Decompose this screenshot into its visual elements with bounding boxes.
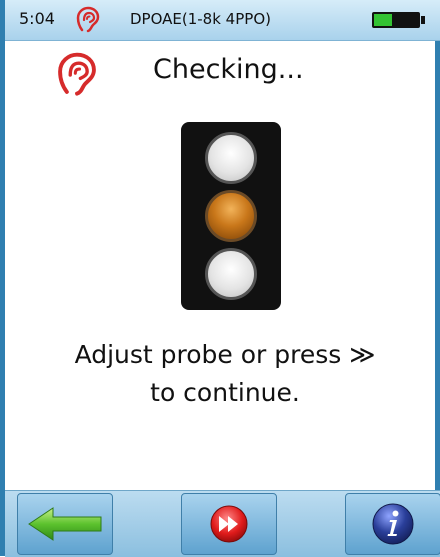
app-frame: 5:04 DPOAE(1-8k 4PPO) Checking... Adjust… (0, 0, 440, 557)
battery-level (374, 14, 392, 26)
back-button[interactable] (17, 493, 113, 555)
traffic-lamp-top (205, 132, 257, 184)
traffic-lamp-bottom (205, 248, 257, 300)
test-mode-label: DPOAE(1-8k 4PPO) (130, 10, 271, 28)
instruction-line-2: to continue. (150, 378, 300, 407)
info-button[interactable] (345, 493, 440, 555)
traffic-light-indicator (181, 122, 281, 310)
info-icon (372, 503, 414, 545)
bottom-toolbar (5, 490, 440, 557)
back-arrow-icon (28, 507, 102, 541)
ear-icon (55, 50, 99, 100)
traffic-lamp-middle-active (205, 190, 257, 242)
fast-forward-icon (210, 505, 248, 543)
status-time: 5:04 (19, 9, 55, 28)
status-bar: 5:04 DPOAE(1-8k 4PPO) (5, 0, 440, 41)
battery-icon (372, 12, 425, 28)
page-title: Checking... (153, 54, 304, 85)
fast-forward-button[interactable] (181, 493, 277, 555)
ear-icon (75, 6, 101, 34)
instruction-line-1: Adjust probe or press ≫ (74, 340, 376, 369)
